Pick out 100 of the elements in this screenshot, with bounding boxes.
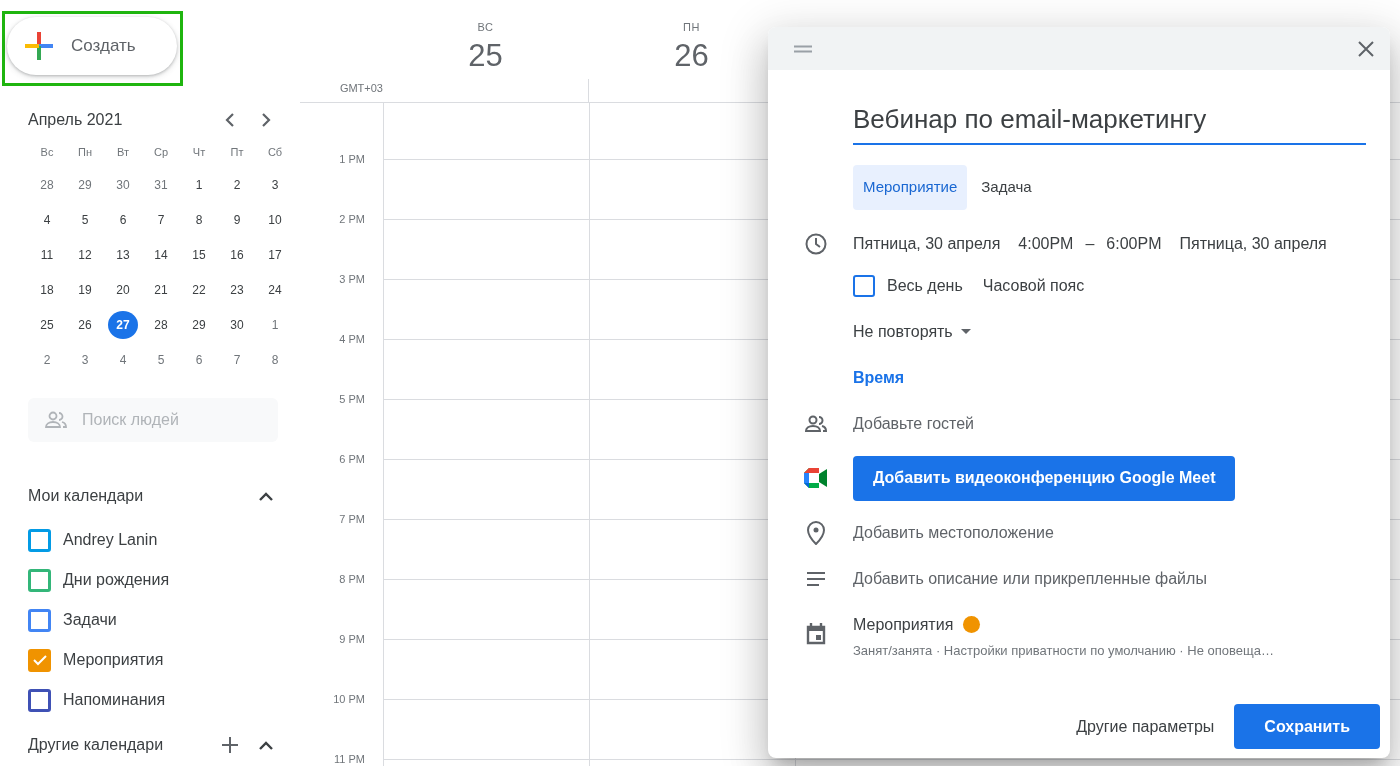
calendar-name[interactable]: Напоминания: [63, 688, 166, 712]
date-button[interactable]: 21: [146, 276, 176, 304]
date-button[interactable]: 12: [70, 241, 100, 269]
date-button[interactable]: 7: [222, 346, 252, 374]
calendar-name[interactable]: Мероприятия: [63, 648, 164, 672]
chevron-up-icon: [259, 491, 273, 501]
date-button[interactable]: 18: [32, 276, 62, 304]
save-button[interactable]: Сохранить: [1234, 704, 1380, 749]
time-link[interactable]: Время: [853, 365, 905, 390]
date-button[interactable]: 19: [70, 276, 100, 304]
calendar-name[interactable]: Andrey Lanin: [63, 528, 158, 552]
date-button[interactable]: 22: [184, 276, 214, 304]
people-search-field[interactable]: Поиск людей: [28, 398, 278, 442]
repeat-dropdown[interactable]: Не повторять: [853, 319, 953, 344]
start-date[interactable]: Пятница, 30 апреля: [853, 231, 1001, 256]
timezone-link[interactable]: Часовой пояс: [982, 273, 1085, 298]
section-title: Другие календари: [28, 735, 165, 755]
location-field[interactable]: Добавить местоположение: [853, 520, 1333, 545]
calendar-checkbox[interactable]: [28, 528, 51, 552]
date-button[interactable]: 13: [108, 241, 138, 269]
date-button[interactable]: 1: [260, 311, 290, 339]
date-button[interactable]: 14: [146, 241, 176, 269]
date-button[interactable]: 5: [146, 346, 176, 374]
plus-icon: [25, 32, 53, 60]
all-day-label: Весь день: [887, 275, 963, 296]
date-button[interactable]: 11: [32, 241, 62, 269]
calendar-checkbox[interactable]: [28, 648, 51, 672]
date-button[interactable]: 29: [184, 311, 214, 339]
date-button[interactable]: 7: [146, 206, 176, 234]
date-button[interactable]: 27: [108, 311, 138, 339]
add-video-conference-button[interactable]: Добавить видеоконференцию Google Meet: [853, 455, 1236, 501]
date-button[interactable]: 16: [222, 241, 252, 269]
event-type-tab[interactable]: Мероприятие: [853, 165, 968, 210]
date-button[interactable]: 1: [184, 171, 214, 199]
timezone-label: GMT+03: [338, 80, 383, 96]
date-button[interactable]: 30: [108, 171, 138, 199]
guests-field[interactable]: Добавьте гостей: [853, 411, 1333, 436]
date-button[interactable]: 30: [222, 311, 252, 339]
date-button[interactable]: 2: [32, 346, 62, 374]
drag-handle-icon[interactable]: [794, 44, 812, 53]
dash: –: [1085, 233, 1095, 254]
weekday-label: Пн: [77, 145, 93, 160]
description-field[interactable]: Добавить описание или прикрепленные файлы: [853, 566, 1333, 591]
weekday-label: Вс: [39, 145, 55, 160]
clock-icon: [804, 232, 827, 255]
date-number[interactable]: 25: [468, 35, 503, 76]
calendar-name[interactable]: Задачи: [63, 608, 117, 632]
chevron-right-icon: [261, 112, 271, 128]
calendar-details: Занят/занята · Настройки приватности по умолчанию · Не оповеща…: [853, 641, 1274, 660]
more-options-button[interactable]: Другие параметры: [1076, 704, 1215, 749]
date-button[interactable]: 23: [222, 276, 252, 304]
date-button[interactable]: 20: [108, 276, 138, 304]
date-button[interactable]: 8: [260, 346, 290, 374]
weekday-label: Вт: [116, 145, 130, 160]
plus-icon: [221, 736, 239, 754]
event-type-tab[interactable]: Задача: [971, 165, 1042, 210]
calendar-checkbox[interactable]: [28, 568, 51, 592]
chevron-up-icon: [259, 740, 273, 750]
weekday-label: Чт: [191, 145, 207, 160]
start-time[interactable]: 4:00PM: [1018, 231, 1074, 256]
chevron-left-icon: [225, 112, 235, 128]
end-time[interactable]: 6:00PM: [1106, 231, 1162, 256]
date-button[interactable]: 17: [260, 241, 290, 269]
description-icon: [806, 571, 825, 586]
date-button[interactable]: 3: [260, 171, 290, 199]
date-button[interactable]: 24: [260, 276, 290, 304]
date-button[interactable]: 4: [32, 206, 62, 234]
location-pin-icon: [806, 520, 825, 545]
date-button[interactable]: 9: [222, 206, 252, 234]
caret-icon: [960, 329, 971, 334]
date-button[interactable]: 25: [32, 311, 62, 339]
calendar-name[interactable]: Мероприятия: [853, 612, 954, 637]
date-button[interactable]: 4: [108, 346, 138, 374]
close-icon: [1358, 40, 1374, 57]
date-button[interactable]: 5: [70, 206, 100, 234]
weekday-label: Ср: [152, 145, 170, 160]
date-button[interactable]: 10: [260, 206, 290, 234]
date-button[interactable]: 26: [70, 311, 100, 339]
date-button[interactable]: 29: [70, 171, 100, 199]
create-button[interactable]: Создать: [7, 17, 177, 75]
date-button[interactable]: 31: [146, 171, 176, 199]
calendar-checkbox[interactable]: [28, 688, 51, 712]
weekday-label: Пт: [229, 145, 245, 160]
date-button[interactable]: 6: [184, 346, 214, 374]
weekday-label: ВС: [477, 20, 494, 35]
end-date[interactable]: Пятница, 30 апреля: [1179, 231, 1327, 256]
date-button[interactable]: 15: [184, 241, 214, 269]
date-button[interactable]: 8: [184, 206, 214, 234]
calendar-name[interactable]: Дни рождения: [63, 568, 170, 592]
date-button[interactable]: 3: [70, 346, 100, 374]
calendar-checkbox[interactable]: [28, 608, 51, 632]
date-button[interactable]: 28: [32, 171, 62, 199]
people-icon: [44, 411, 68, 429]
checkmark-icon: [32, 654, 47, 666]
date-button[interactable]: 6: [108, 206, 138, 234]
date-button[interactable]: 28: [146, 311, 176, 339]
date-button[interactable]: 2: [222, 171, 252, 199]
date-number[interactable]: 26: [674, 35, 709, 76]
all-day-checkbox[interactable]: [853, 274, 875, 297]
section-title: Мои календари: [28, 486, 145, 506]
